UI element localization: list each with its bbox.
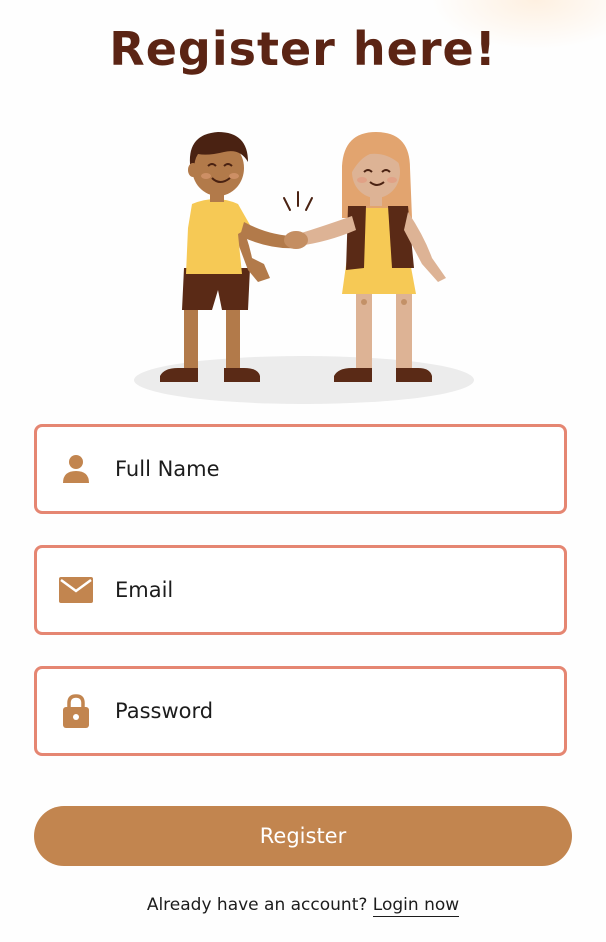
login-prompt: Already have an account? Login now — [0, 895, 606, 917]
email-input[interactable] — [115, 548, 535, 632]
full-name-field[interactable] — [34, 424, 567, 514]
register-page: Register here! Full Name Email Register … — [0, 0, 606, 942]
full-name-input[interactable] — [115, 427, 535, 511]
page-title: Register here! — [109, 22, 497, 76]
login-now-link[interactable]: Login now — [372, 895, 460, 917]
email-field[interactable] — [34, 545, 567, 635]
register-button[interactable]: Register — [34, 806, 572, 866]
lock-icon — [57, 692, 95, 730]
user-icon — [57, 450, 95, 488]
handshake-illustration — [134, 132, 474, 404]
password-field[interactable] — [34, 666, 567, 756]
login-prompt-text: Already have an account? — [146, 895, 368, 915]
envelope-icon — [57, 571, 95, 609]
password-input[interactable] — [115, 669, 535, 753]
